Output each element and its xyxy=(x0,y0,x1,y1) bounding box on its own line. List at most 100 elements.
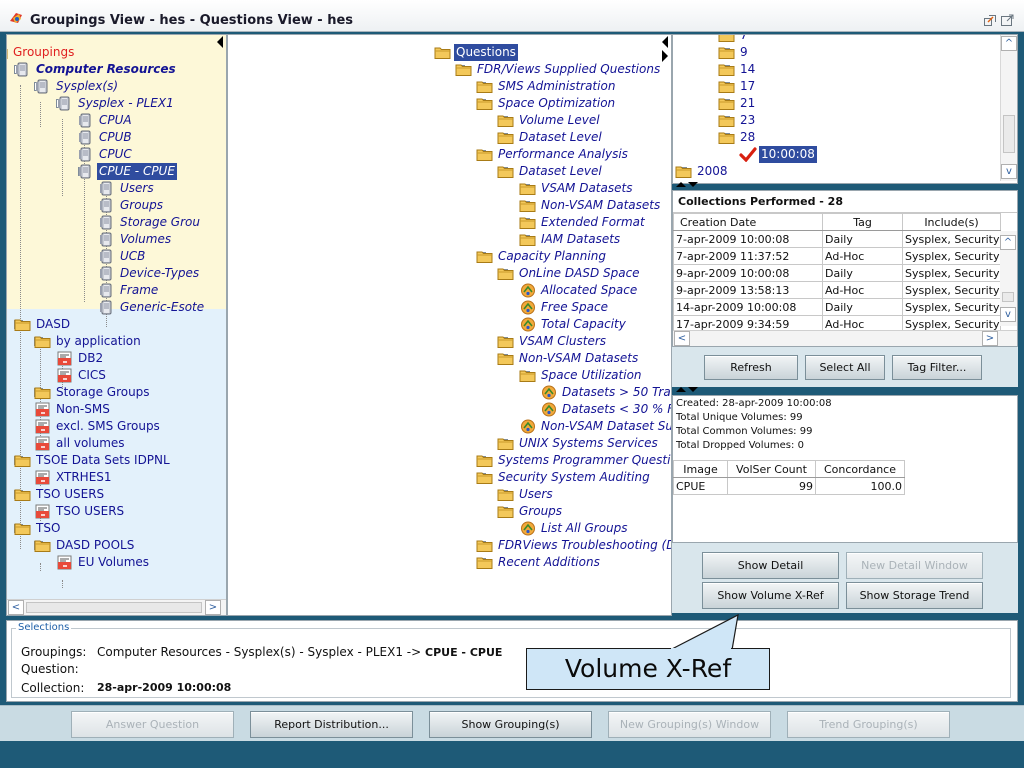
tree-node-label[interactable]: Volume Level xyxy=(517,112,602,129)
tree-node-label[interactable]: CPUB xyxy=(97,129,134,146)
tree-node-label[interactable]: Device-Types xyxy=(118,265,201,282)
tree-node-23[interactable]: +23 xyxy=(673,112,1017,129)
tree-node-label[interactable]: Storage Grou xyxy=(118,214,202,231)
tree-node-label[interactable]: UCB xyxy=(118,248,147,265)
tree-node-tso-users[interactable]: TSO USERS xyxy=(7,503,226,520)
tree-node-label[interactable]: DB2 xyxy=(76,350,105,367)
table-row[interactable]: 7-apr-2009 11:37:52 Ad-Hoc Sysplex, Securi… xyxy=(673,247,1001,265)
tree-node-db2[interactable]: DB2 xyxy=(7,350,226,367)
tree-node-datasets-30-full[interactable]: Datasets < 30 % Full xyxy=(228,401,671,418)
tree-node-label[interactable]: VSAM Clusters xyxy=(517,333,608,350)
tree-node-performance-analysis[interactable]: −Performance Analysis xyxy=(228,146,671,163)
scroll-thumb[interactable] xyxy=(1003,115,1015,153)
tree-node-label[interactable]: Systems Programmer Questions xyxy=(496,452,671,469)
tree-node-users[interactable]: +Users xyxy=(228,486,671,503)
tree-node-17[interactable]: +17 xyxy=(673,78,1017,95)
tree-node-tso-users[interactable]: −TSO USERS xyxy=(7,486,226,503)
tree-node-vsam-datasets[interactable]: +VSAM Datasets xyxy=(228,180,671,197)
concordance-table[interactable]: Image VolSer Count Concordance CPUE 99 1… xyxy=(673,460,905,495)
scroll-down-icon[interactable]: v xyxy=(1001,164,1017,179)
refresh-button[interactable]: Refresh xyxy=(704,355,798,380)
tree-node-14[interactable]: +14 xyxy=(673,61,1017,78)
tree-node-label[interactable]: Total Capacity xyxy=(539,316,628,333)
collections-hscrollbar[interactable]: < > xyxy=(673,330,1017,346)
tree-node-extended-format[interactable]: +Extended Format xyxy=(228,214,671,231)
tree-node-computer-resources[interactable]: −Computer Resources xyxy=(7,61,226,78)
tree-node-groups[interactable]: −Groups xyxy=(228,503,671,520)
tree-node-cpub[interactable]: CPUB xyxy=(7,129,226,146)
collapse-left-arrow-icon[interactable] xyxy=(662,36,668,48)
tree-node-28[interactable]: −28 xyxy=(673,129,1017,146)
tree-node-label[interactable]: CICS xyxy=(76,367,108,384)
tree-node-label[interactable]: Non-VSAM Datasets xyxy=(517,350,640,367)
scroll-up-icon[interactable]: ^ xyxy=(1000,235,1016,250)
tree-node-label[interactable]: Performance Analysis xyxy=(496,146,630,163)
tree-node-label[interactable]: all volumes xyxy=(54,435,127,452)
tree-node-space-utilization[interactable]: −Space Utilization xyxy=(228,367,671,384)
tree-node-label[interactable]: Datasets > 50 Tracks on a Single Volume xyxy=(560,384,671,401)
tree-node-label[interactable]: Sysplex(s) xyxy=(54,78,120,95)
scroll-left-icon[interactable]: < xyxy=(674,331,690,346)
tree-node-label[interactable]: Non-VSAM Dataset Summary xyxy=(539,418,671,435)
restore-icon[interactable] xyxy=(984,14,997,26)
scroll-left-icon[interactable]: < xyxy=(8,600,24,615)
select-all-button[interactable]: Select All xyxy=(805,355,885,380)
tree-node-7[interactable]: +7 xyxy=(673,35,1017,44)
tree-node-label[interactable]: List All Groups xyxy=(539,520,630,537)
tree-node-unix-systems-services[interactable]: +UNIX Systems Services xyxy=(228,435,671,452)
tree-node-fdr-views-supplied-questions[interactable]: −FDR/Views Supplied Questions xyxy=(228,61,671,78)
report-distribution-button[interactable]: Report Distribution... xyxy=(250,711,413,738)
tree-node-by-application[interactable]: −by application xyxy=(7,333,226,350)
column-header-image[interactable]: Image xyxy=(673,460,728,478)
tree-node-label[interactable]: 21 xyxy=(738,95,757,112)
scroll-right-icon[interactable]: > xyxy=(982,331,998,346)
tree-node-storage-groups[interactable]: +Storage Groups xyxy=(7,384,226,401)
tree-node-label[interactable]: 23 xyxy=(738,112,757,129)
tree-node-label[interactable]: Frame xyxy=(118,282,160,299)
tree-node-label[interactable]: Extended Format xyxy=(539,214,647,231)
tree-node-eu-volumes[interactable]: EU Volumes xyxy=(7,554,226,571)
tree-node-questions[interactable]: Questions xyxy=(228,44,671,61)
tree-node-volume-level[interactable]: +Volume Level xyxy=(228,112,671,129)
tree-node-label[interactable]: DASD xyxy=(34,316,72,333)
tree-node-label[interactable]: Volumes xyxy=(118,231,173,248)
tree-node-label[interactable]: Computer Resources xyxy=(34,61,178,78)
tree-node-cpua[interactable]: CPUA xyxy=(7,112,226,129)
tree-node-label[interactable]: Generic-Esote xyxy=(118,299,206,316)
tree-node-label[interactable]: Non-VSAM Datasets xyxy=(539,197,662,214)
tree-node-label[interactable]: excl. SMS Groups xyxy=(54,418,162,435)
tree-node-xtrhes1[interactable]: XTRHES1 xyxy=(7,469,226,486)
tree-node-recent-additions[interactable]: +Recent Additions xyxy=(228,554,671,571)
new-detail-window-button[interactable]: New Detail Window xyxy=(846,552,983,579)
tree-node-label[interactable]: DASD POOLS xyxy=(54,537,136,554)
answer-question-button[interactable]: Answer Question xyxy=(71,711,234,738)
tree-node-label[interactable]: Dataset Level xyxy=(517,129,604,146)
tree-node-capacity-planning[interactable]: −Capacity Planning xyxy=(228,248,671,265)
tag-filter-button[interactable]: Tag Filter... xyxy=(892,355,982,380)
tree-node-volumes[interactable]: Volumes xyxy=(7,231,226,248)
column-header-concordance[interactable]: Concordance xyxy=(815,460,905,478)
tree-node-label[interactable]: 7 xyxy=(738,35,750,44)
splitter-up-down-icon[interactable] xyxy=(676,182,702,190)
tree-node-non-sms[interactable]: Non-SMS xyxy=(7,401,226,418)
tree-node-label[interactable]: TSO USERS xyxy=(54,503,126,520)
tree-node-label[interactable]: UNIX Systems Services xyxy=(517,435,660,452)
tree-node-label[interactable]: Groups xyxy=(118,197,165,214)
tree-node-tso[interactable]: −TSO xyxy=(7,520,226,537)
tree-node-label[interactable]: 17 xyxy=(738,78,757,95)
tree-node-generic-esote[interactable]: Generic-Esote xyxy=(7,299,226,316)
tree-node-label[interactable]: Sysplex - PLEX1 xyxy=(76,95,176,112)
tree-node-non-vsam-datasets[interactable]: +Non-VSAM Datasets xyxy=(228,197,671,214)
tree-node-excl-sms-groups[interactable]: excl. SMS Groups xyxy=(7,418,226,435)
tree-node-label[interactable]: XTRHES1 xyxy=(54,469,114,486)
table-row[interactable]: 9-apr-2009 13:58:13 Ad-Hoc Sysplex, Securi… xyxy=(673,281,1001,299)
tree-node-label[interactable]: CPUC xyxy=(97,146,134,163)
collections-vscrollbar[interactable]: ^ v xyxy=(1000,231,1017,326)
tree-node-dasd-pools[interactable]: −DASD POOLS xyxy=(7,537,226,554)
tree-node-label[interactable]: Free Space xyxy=(539,299,610,316)
window-titlebar[interactable]: Groupings View - hes - Questions View - … xyxy=(0,0,1024,32)
tree-node-users[interactable]: Users xyxy=(7,180,226,197)
tree-node-cpue-cpue[interactable]: −CPUE - CPUE xyxy=(7,163,226,180)
column-header-includes[interactable]: Include(s) xyxy=(902,213,1001,231)
new-groupings-window-button[interactable]: New Grouping(s) Window xyxy=(608,711,771,738)
